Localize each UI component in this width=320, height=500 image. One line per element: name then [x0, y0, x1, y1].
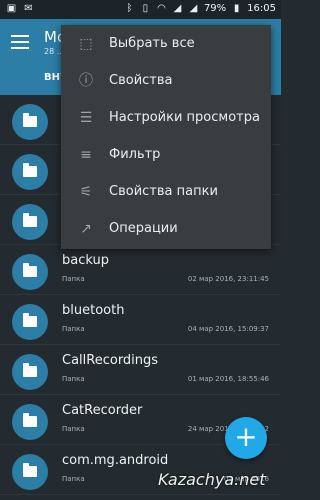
select-all-icon: ⬚: [79, 35, 93, 52]
folder-icon: [12, 254, 48, 290]
list-item-type: Папка: [62, 275, 85, 283]
folder-icon: [12, 454, 48, 490]
folder-icon: [12, 104, 48, 140]
list-item-name: bluetooth: [62, 303, 125, 318]
bluetooth-icon: ᛒ: [126, 3, 133, 14]
overflow-menu: ⬚ Выбрать все ⓘ Свойства ☰ Настройки про…: [61, 25, 271, 249]
menu-item-view-settings[interactable]: ☰ Настройки просмотра: [61, 99, 271, 136]
vibrate-icon: ▯: [142, 3, 149, 14]
battery-icon: ▮: [233, 3, 240, 14]
list-item[interactable]: CallRecordings Папка 01 мар 2016, 18:55:…: [0, 345, 281, 395]
list-item[interactable]: backup Папка 02 мар 2016, 23:11:45: [0, 245, 281, 295]
menu-item-label: Свойства папки: [109, 184, 218, 199]
menu-item-label: Фильтр: [109, 147, 161, 162]
filter-icon: ≡: [80, 146, 92, 163]
folder-properties-icon: ⚟: [79, 183, 93, 200]
operations-icon: ↗: [80, 220, 92, 237]
info-icon: ⓘ: [79, 72, 93, 89]
view-settings-icon: ☰: [79, 109, 93, 126]
watermark: Kazachya.net: [158, 470, 266, 489]
list-item[interactable]: bluetooth Папка 04 мар 2016, 15:09:37: [0, 295, 281, 345]
list-item-date: 04 мар 2016, 15:09:37: [187, 325, 269, 333]
list-item-name: CallRecordings: [62, 353, 159, 368]
hamburger-menu-icon[interactable]: [11, 35, 29, 49]
menu-item-label: Выбрать все: [109, 36, 195, 51]
menu-item-properties[interactable]: ⓘ Свойства: [61, 62, 271, 99]
list-item-type: Папка: [62, 325, 85, 333]
menu-item-select-all[interactable]: ⬚ Выбрать все: [61, 25, 271, 62]
clock: 16:05: [247, 3, 276, 14]
wifi-icon: ◠: [157, 3, 166, 14]
menu-item-label: Свойства: [109, 73, 173, 88]
folder-icon: [12, 304, 48, 340]
folder-icon: [12, 404, 48, 440]
list-item-name: com.mg.android: [62, 453, 169, 468]
list-item-name: backup: [62, 253, 109, 268]
list-item-type: Папка: [62, 425, 85, 433]
folder-icon: [12, 204, 48, 240]
list-item-type: Папка: [62, 375, 85, 383]
folder-icon: [12, 354, 48, 390]
signal-icon: ◢: [173, 3, 182, 14]
add-button[interactable]: +: [225, 417, 267, 459]
list-item-date: 01 мар 2016, 18:55:46: [187, 375, 269, 383]
status-bar: ▣ ✉ ᛒ ▯ ◠ ◢ ◢ 79% ▮ 16:05: [0, 0, 281, 19]
list-item-date: 02 мар 2016, 23:11:45: [187, 275, 269, 283]
menu-item-filter[interactable]: ≡ Фильтр: [61, 136, 271, 173]
menu-item-folder-properties[interactable]: ⚟ Свойства папки: [61, 173, 271, 210]
list-item-type: Папка: [62, 475, 85, 483]
list-item-name: CatRecorder: [62, 403, 143, 418]
menu-item-label: Настройки просмотра: [109, 110, 260, 125]
signal-icon: ◢: [189, 3, 198, 14]
folder-icon: [12, 154, 48, 190]
battery-level: 79%: [203, 3, 227, 14]
menu-item-label: Операции: [109, 221, 178, 236]
menu-item-operations[interactable]: ↗ Операции: [61, 210, 271, 247]
mail-icon: ✉: [24, 3, 33, 14]
image-icon: ▣: [6, 3, 17, 14]
